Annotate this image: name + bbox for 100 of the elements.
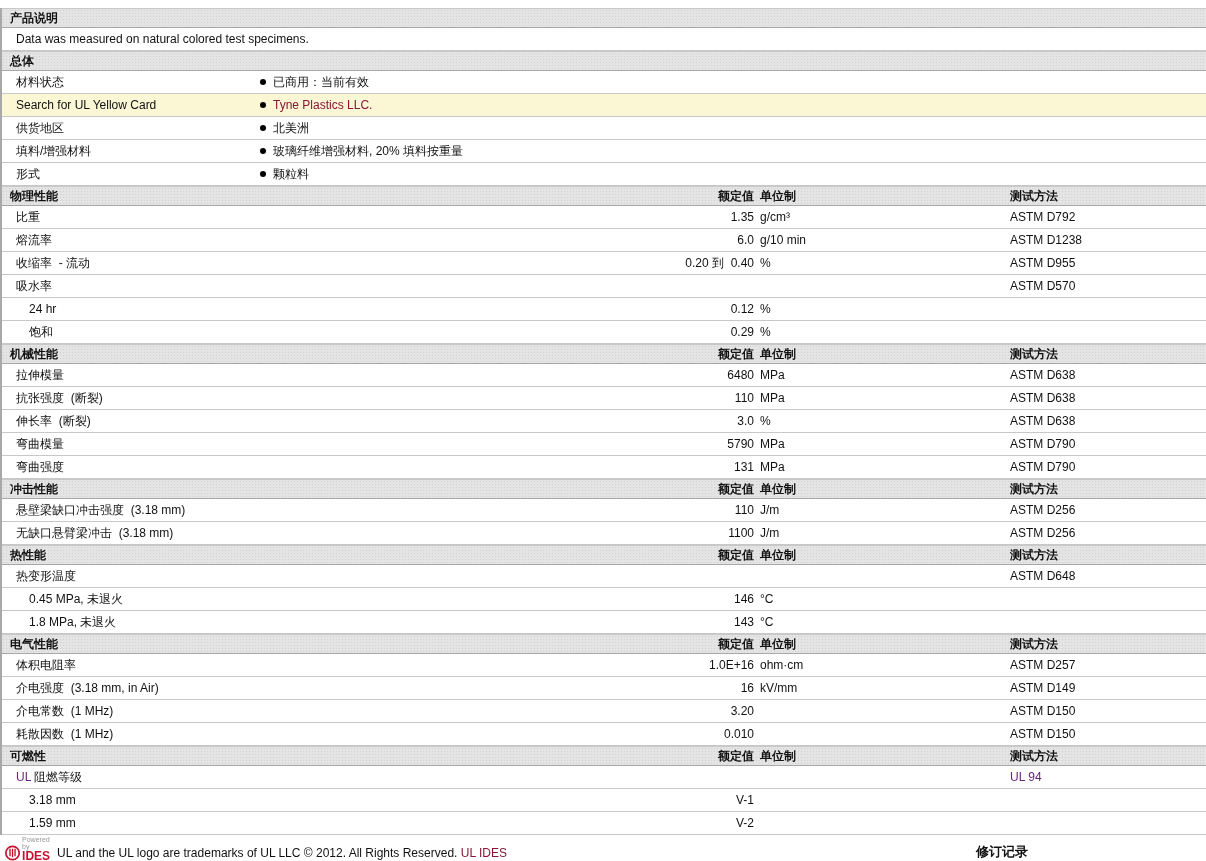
property-value: 6480 [726, 368, 755, 382]
bullet-icon [260, 79, 266, 85]
test-method: ASTM D790 [1009, 437, 1077, 451]
logo-icon [5, 844, 21, 861]
property-value: 0.010 [722, 727, 755, 741]
property-label: 材料状态 [15, 73, 65, 91]
column-header: 单位制 [759, 747, 797, 765]
property-label: 0.45 MPa, 未退火 [28, 590, 125, 608]
property-label: 弯曲模量 [15, 435, 65, 453]
column-header: 测试方法 [1009, 480, 1059, 498]
property-value: 1.35 [729, 210, 755, 224]
property-value: 1.0E+16 [707, 658, 755, 672]
property-unit: g/10 min [759, 233, 808, 247]
property-unit: kV/mm [759, 681, 799, 695]
property-unit: °C [759, 592, 775, 606]
section-title: 总体 [8, 52, 35, 70]
column-header: 额定值 [717, 546, 755, 564]
property-label: UL 阻燃等级 [15, 768, 84, 786]
property-label: 熔流率 [15, 231, 53, 249]
property-unit: MPa [759, 437, 786, 451]
property-unit: ohm·cm [759, 658, 805, 672]
property-label: 3.18 mm [28, 793, 77, 807]
property-value: 16 [739, 681, 755, 695]
property-label: 吸水率 [15, 277, 53, 295]
section-title: 机械性能 [9, 345, 59, 363]
property-value: 143 [732, 615, 755, 629]
property-unit: g/cm³ [759, 210, 791, 224]
property-label: 伸长率 (断裂) [15, 412, 92, 430]
column-header: 测试方法 [1009, 345, 1059, 363]
test-method: ASTM D638 [1009, 368, 1077, 382]
property-label: 体积电阻率 [15, 656, 77, 674]
property-unit: MPa [759, 391, 786, 405]
column-header: 额定值 [717, 747, 755, 765]
property-label: 拉伸模量 [15, 366, 65, 384]
column-header: 额定值 [717, 187, 755, 205]
property-unit: % [759, 414, 772, 428]
property-value: V-1 [735, 793, 755, 807]
company-link[interactable]: Tyne Plastics LLC. [273, 98, 373, 112]
property-unit: J/m [759, 526, 781, 540]
property-label: 饱和 [28, 323, 54, 341]
section-title: 冲击性能 [9, 480, 59, 498]
column-header: 单位制 [759, 187, 797, 205]
property-label: 收缩率 - 流动 [15, 254, 91, 272]
property-label: 耗散因数 (1 MHz) [15, 725, 115, 743]
property-value: 已商用：当前有效 [273, 73, 369, 91]
column-header: 额定值 [717, 635, 755, 653]
test-method: ASTM D150 [1009, 704, 1077, 718]
test-method-link[interactable]: UL 94 [1006, 770, 1206, 784]
ides-link[interactable]: UL IDES [460, 846, 507, 860]
property-label: 1.59 mm [28, 816, 77, 830]
test-method: ASTM D570 [1009, 279, 1077, 293]
logo-name: IDES [22, 850, 52, 861]
test-method: ASTM D638 [1009, 414, 1077, 428]
test-method: ASTM D256 [1009, 526, 1077, 540]
property-value: 颗粒料 [273, 165, 309, 183]
section-title: 热性能 [9, 546, 47, 564]
copyright-text: UL and the UL logo are trademarks of UL LLC © 2012. All Rights Reserved. UL IDES [56, 846, 507, 861]
property-value: V-2 [735, 816, 755, 830]
property-value: 110 [733, 391, 755, 405]
property-value: 1100 [727, 526, 755, 540]
column-header: 单位制 [759, 546, 797, 564]
property-unit: MPa [759, 368, 786, 382]
property-value: 110 [733, 503, 755, 517]
section-title: 可燃性 [9, 747, 47, 765]
test-method: ASTM D150 [1009, 727, 1077, 741]
property-value: 北美洲 [273, 119, 309, 137]
property-value: 3.0 [736, 414, 755, 428]
property-unit: J/m [759, 503, 781, 517]
property-unit: % [759, 325, 772, 339]
property-label: 抗张强度 (断裂) [15, 389, 104, 407]
property-unit: % [759, 302, 772, 316]
property-value: 玻璃纤维增强材料, 20% 填料按重量 [273, 142, 464, 160]
property-value: 0.29 [729, 325, 755, 339]
property-label: 24 hr [28, 302, 58, 316]
property-label: 悬壁梁缺口冲击强度 (3.18 mm) [15, 501, 187, 519]
property-value: 3.20 [729, 704, 755, 718]
test-method: ASTM D149 [1009, 681, 1077, 695]
section-title: 产品说明 [9, 9, 59, 27]
property-label: 介电强度 (3.18 mm, in Air) [15, 679, 160, 697]
column-header: 测试方法 [1009, 187, 1059, 205]
property-value: 0.20 到 0.40 [684, 254, 755, 272]
test-method: ASTM D790 [1009, 460, 1077, 474]
property-value: 131 [732, 460, 755, 474]
property-label: 填料/增强材料 [15, 142, 93, 160]
column-header: 测试方法 [1009, 546, 1059, 564]
column-header: 测试方法 [1009, 747, 1059, 765]
test-method: ASTM D1238 [1009, 233, 1084, 247]
column-header: 单位制 [759, 635, 797, 653]
column-header: 额定值 [717, 480, 755, 498]
test-method: ASTM D792 [1009, 210, 1077, 224]
property-label: 形式 [15, 165, 41, 183]
bullet-icon [260, 102, 266, 108]
property-value: 0.12 [729, 302, 755, 316]
property-label: 热变形温度 [15, 567, 77, 585]
property-value: 146 [732, 592, 755, 606]
property-label: 弯曲强度 [15, 458, 65, 476]
property-unit: % [759, 256, 772, 270]
revision-history-link[interactable]: 修订记录 [976, 843, 1028, 861]
property-label: Search for UL Yellow Card [15, 98, 158, 112]
test-method: ASTM D955 [1009, 256, 1077, 270]
